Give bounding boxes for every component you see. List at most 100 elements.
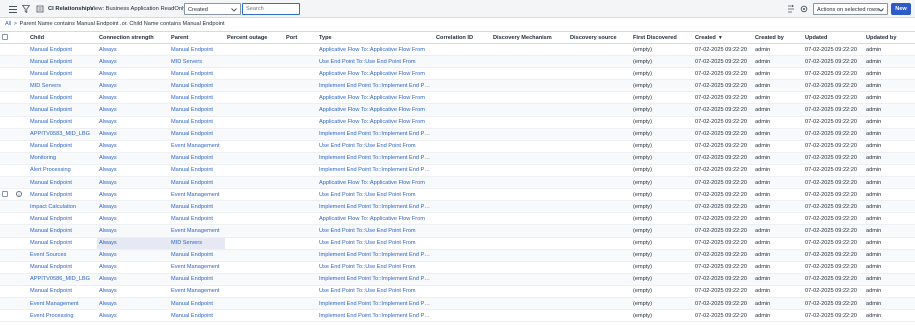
table-row[interactable]: Impact CalculationAlwaysManual EndpointI… [0, 201, 915, 213]
table-row[interactable]: iManual EndpointAlwaysEvent ManagementUs… [0, 189, 915, 201]
cell-connection-strength[interactable]: Always [97, 140, 169, 152]
table-row[interactable]: APPITV0583_MID_LBGAlwaysManual EndpointI… [0, 128, 915, 140]
cell-connection-strength[interactable]: Always [97, 152, 169, 164]
cell-child[interactable]: Alert Processing [28, 164, 97, 176]
column-header-created[interactable]: Created▼ [693, 32, 753, 44]
cell-child[interactable]: Manual Endpoint [28, 140, 97, 152]
column-header-type[interactable]: Type [317, 32, 434, 44]
column-header-percent-outage[interactable]: Percent outage [225, 32, 284, 44]
cell-type[interactable]: Use End Point To::Use End Point From [317, 237, 434, 249]
cell-type[interactable]: Implement End Point To::Implement End Po… [317, 273, 434, 285]
cell-type[interactable]: Implement End Point To::Implement End Po… [317, 310, 434, 322]
table-row[interactable]: Event ProcessingAlwaysManual EndpointImp… [0, 310, 915, 322]
cell-connection-strength[interactable]: Always [97, 249, 169, 261]
cell-connection-strength[interactable]: Always [97, 128, 169, 140]
cell-parent[interactable]: Manual Endpoint [169, 68, 225, 80]
cell-type[interactable]: Applicative Flow To::Applicative Flow Fr… [317, 116, 434, 128]
cell-parent[interactable]: Manual Endpoint [169, 177, 225, 189]
cell-type[interactable]: Applicative Flow To::Applicative Flow Fr… [317, 92, 434, 104]
cell-child[interactable]: Manual Endpoint [28, 44, 97, 56]
column-header-first-discovered[interactable]: First Discovered [631, 32, 693, 44]
cell-type[interactable]: Applicative Flow To::Applicative Flow Fr… [317, 177, 434, 189]
cell-child[interactable]: Manual Endpoint [28, 68, 97, 80]
preview-info-icon[interactable]: i [16, 191, 22, 197]
cell-type[interactable]: Implement End Point To::Implement End Po… [317, 201, 434, 213]
cell-connection-strength[interactable]: Always [97, 225, 169, 237]
cell-child[interactable]: Manual Endpoint [28, 56, 97, 68]
cell-parent[interactable]: Event Management [169, 189, 225, 201]
cell-connection-strength[interactable]: Always [97, 201, 169, 213]
cell-child[interactable]: Impact Calculation [28, 201, 97, 213]
cell-connection-strength[interactable]: Always [97, 189, 169, 201]
cell-connection-strength[interactable]: Always [97, 68, 169, 80]
table-row[interactable]: Manual EndpointAlwaysManual EndpointAppl… [0, 213, 915, 225]
cell-type[interactable]: Applicative Flow To::Applicative Flow Fr… [317, 213, 434, 225]
cell-parent[interactable]: Manual Endpoint [169, 273, 225, 285]
table-row[interactable]: Manual EndpointAlwaysManual Endpoint Appl… [0, 44, 915, 56]
table-row[interactable]: Manual EndpointAlwaysManual Endpoint Appl… [0, 116, 915, 128]
cell-parent[interactable]: Manual Endpoint [169, 164, 225, 176]
cell-type[interactable]: Use End Point To::Use End Point From [317, 285, 434, 297]
cell-connection-strength[interactable]: Always [97, 164, 169, 176]
table-row[interactable]: Manual EndpointAlwaysEvent ManagementUse… [0, 261, 915, 273]
cell-connection-strength[interactable]: Always [97, 80, 169, 92]
cell-parent[interactable]: Manual Endpoint [169, 104, 225, 116]
cell-child[interactable]: Manual Endpoint [28, 225, 97, 237]
cell-child[interactable]: APPITV0586_MID_LBG [28, 273, 97, 285]
column-header-child[interactable]: Child [28, 32, 97, 44]
cell-type[interactable]: Implement End Point To::Implement End Po… [317, 164, 434, 176]
cell-connection-strength[interactable]: Always [97, 92, 169, 104]
cell-child[interactable]: Event Management [28, 297, 97, 309]
table-row[interactable]: Manual EndpointAlwaysManual Endpoint Appl… [0, 104, 915, 116]
row-checkbox[interactable] [2, 191, 8, 197]
cell-type[interactable]: Implement End Point To::Implement End Po… [317, 297, 434, 309]
cell-parent[interactable]: Event Management [169, 225, 225, 237]
column-header-parent[interactable]: Parent [169, 32, 225, 44]
cell-child[interactable]: Manual Endpoint [28, 104, 97, 116]
cell-parent[interactable]: Manual Endpoint [169, 213, 225, 225]
column-header-updated-by[interactable]: Updated by [864, 32, 915, 44]
cell-parent[interactable]: Event Management [169, 140, 225, 152]
cell-parent[interactable]: Manual Endpoint [169, 44, 225, 56]
table-row[interactable]: Manual EndpointAlwaysMID ServersUse End … [0, 237, 915, 249]
table-row[interactable]: MonitoringAlwaysManual EndpointImplement… [0, 152, 915, 164]
column-header-updated[interactable]: Updated [803, 32, 864, 44]
cell-connection-strength[interactable]: Always [97, 285, 169, 297]
cell-connection-strength[interactable]: Always [97, 261, 169, 273]
cell-type[interactable]: Implement End Point To::Implement End Po… [317, 249, 434, 261]
cell-type[interactable]: Implement End Point To::Implement End Po… [317, 80, 434, 92]
hamburger-menu-icon[interactable] [8, 4, 18, 14]
cell-parent[interactable]: Manual Endpoint [169, 152, 225, 164]
cell-child[interactable]: Manual Endpoint [28, 237, 97, 249]
table-row[interactable]: APPITV0586_MID_LBGAlwaysManual EndpointI… [0, 273, 915, 285]
cell-parent[interactable]: Manual Endpoint [169, 80, 225, 92]
select-all-checkbox[interactable] [2, 34, 8, 40]
cell-child[interactable]: MID Servers [28, 80, 97, 92]
cell-type[interactable]: Applicative Flow To::Applicative Flow Fr… [317, 68, 434, 80]
list-context-menu-icon[interactable] [35, 4, 45, 14]
table-row[interactable]: Event SourcesAlwaysManual EndpointImplem… [0, 249, 915, 261]
cell-child[interactable]: Manual Endpoint [28, 116, 97, 128]
cell-connection-strength[interactable]: Always [97, 44, 169, 56]
cell-connection-strength[interactable]: Always [97, 104, 169, 116]
cell-connection-strength[interactable]: Always [97, 310, 169, 322]
cell-type[interactable]: Applicative Flow To::Applicative Flow Fr… [317, 44, 434, 56]
personalize-list-icon[interactable] [786, 4, 796, 14]
cell-type[interactable]: Applicative Flow To::Applicative Flow Fr… [317, 104, 434, 116]
cell-parent[interactable]: Event Management [169, 261, 225, 273]
cell-child[interactable]: APPITV0583_MID_LBG [28, 128, 97, 140]
column-header-port[interactable]: Port [284, 32, 317, 44]
column-header-created-by[interactable]: Created by [753, 32, 803, 44]
actions-select[interactable]: Actions on selected rows... [813, 3, 888, 15]
cell-type[interactable]: Use End Point To::Use End Point From [317, 56, 434, 68]
cell-parent[interactable]: Manual Endpoint [169, 92, 225, 104]
cell-connection-strength[interactable]: Always [97, 177, 169, 189]
cell-parent[interactable]: MID Servers [169, 56, 225, 68]
column-header-discovery-source[interactable]: Discovery source [568, 32, 631, 44]
view-label[interactable]: View: Business Application ReadOnly [90, 6, 186, 12]
cell-connection-strength[interactable]: Always [97, 56, 169, 68]
table-row[interactable]: MID ServersAlwaysManual Endpoint Implemen… [0, 80, 915, 92]
cell-connection-strength[interactable]: Always [97, 116, 169, 128]
cell-parent[interactable]: Manual Endpoint [169, 116, 225, 128]
table-row[interactable]: Manual EndpointAlwaysEvent ManagementUse… [0, 285, 915, 297]
